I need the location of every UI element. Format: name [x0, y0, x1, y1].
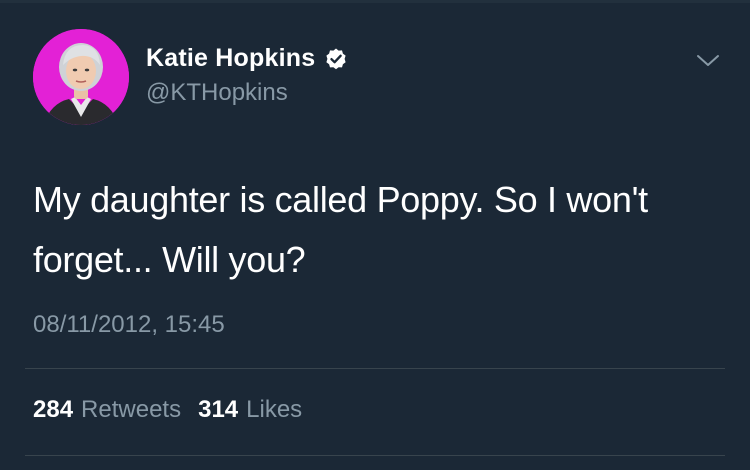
top-edge — [0, 0, 750, 3]
tweet-timestamp[interactable]: 08/11/2012, 15:45 — [33, 311, 225, 339]
divider — [25, 368, 725, 369]
author-handle[interactable]: @KTHopkins — [146, 79, 288, 107]
avatar[interactable] — [33, 29, 129, 125]
avatar-portrait — [33, 29, 129, 125]
retweets-stat[interactable]: 284 Retweets — [33, 396, 181, 424]
likes-count: 314 — [198, 396, 239, 423]
tweet-card: Katie Hopkins @KTHopkins My daughter is … — [0, 0, 750, 470]
tweet-text: My daughter is called Poppy. So I won't … — [33, 179, 648, 280]
author-display-name[interactable]: Katie Hopkins — [146, 44, 315, 73]
author-name-row: Katie Hopkins — [146, 44, 348, 73]
chevron-down-icon[interactable] — [695, 52, 721, 70]
tweet-stats: 284 Retweets 314 Likes — [33, 396, 319, 424]
divider — [25, 455, 725, 456]
retweets-label: Retweets — [81, 396, 182, 423]
verified-badge-icon — [324, 47, 348, 71]
retweets-count: 284 — [33, 396, 74, 423]
likes-stat[interactable]: 314 Likes — [198, 396, 302, 424]
likes-label: Likes — [246, 396, 303, 423]
